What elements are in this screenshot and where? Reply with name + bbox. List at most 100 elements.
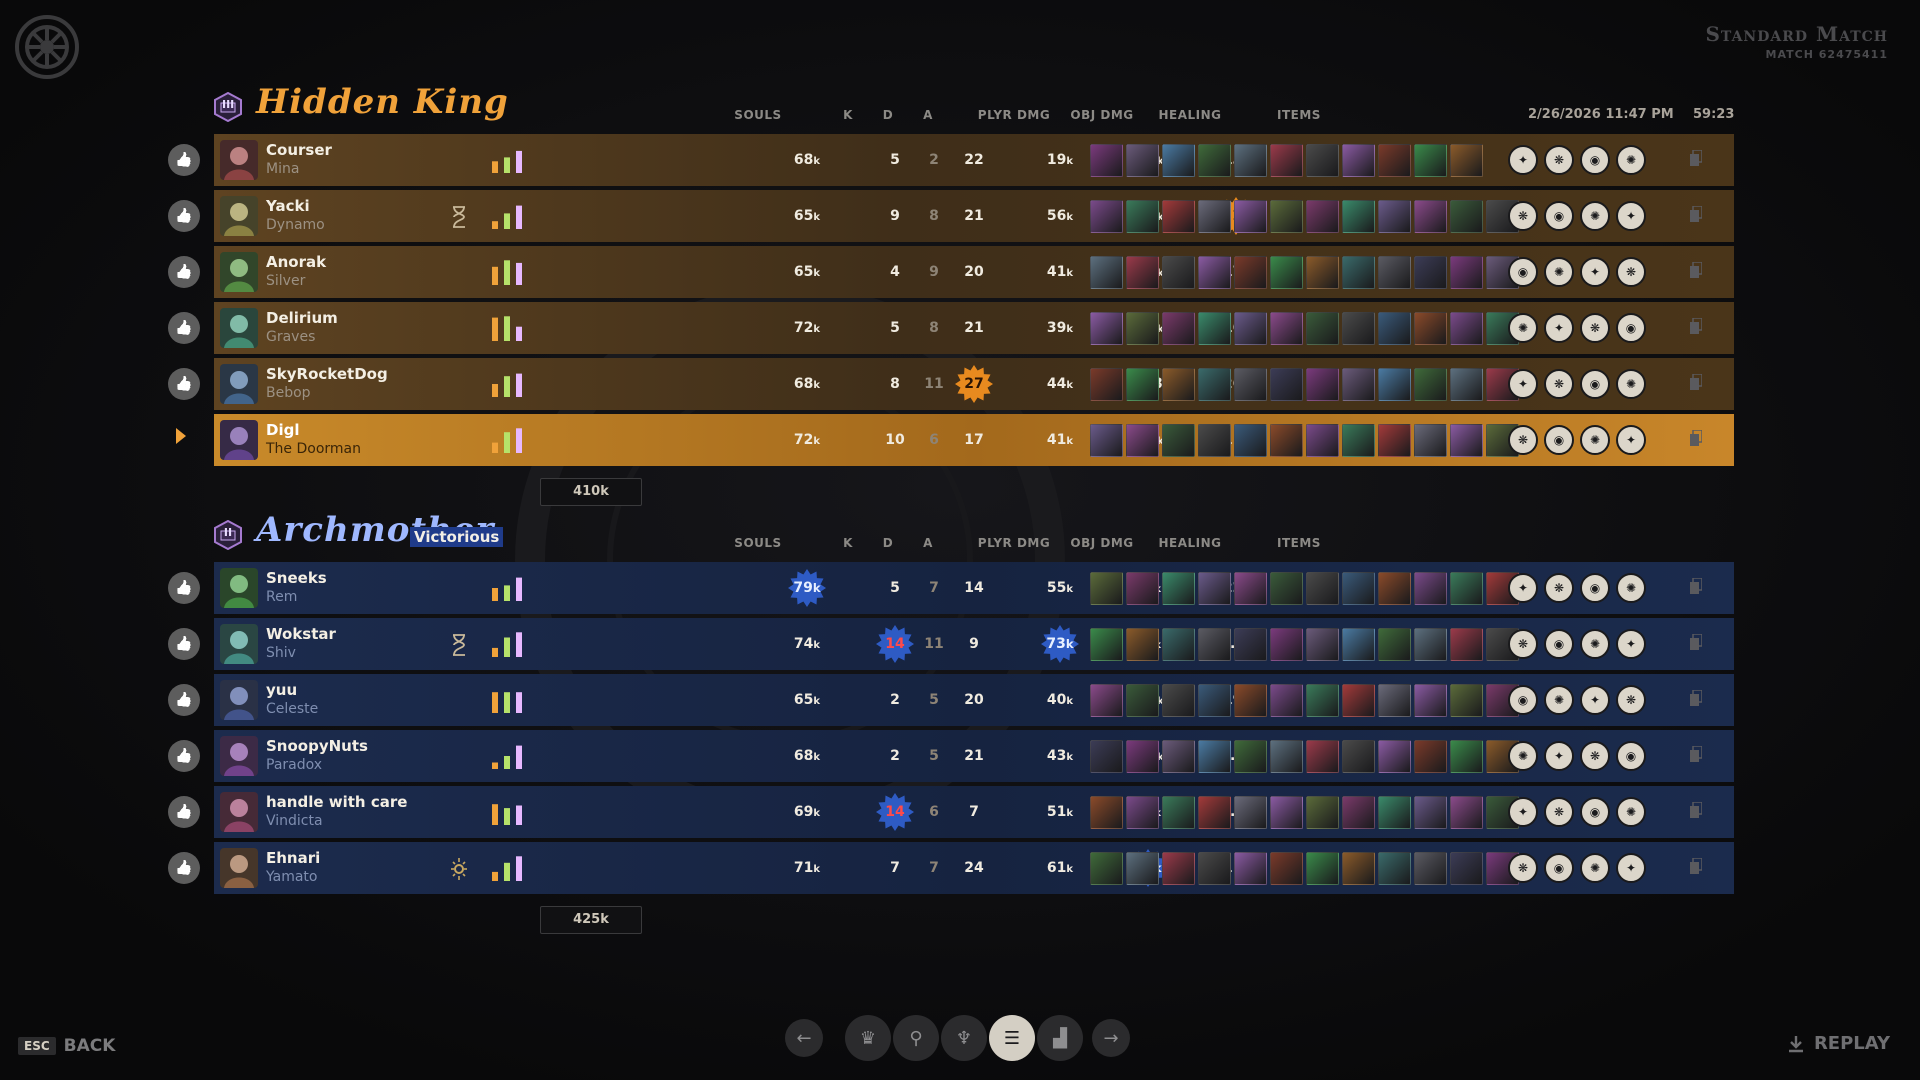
copy-build-icon[interactable] [1690, 578, 1702, 594]
item-slot-icon[interactable] [1270, 200, 1303, 233]
ability-icon[interactable]: ◉ [1580, 797, 1610, 827]
ability-icon[interactable]: ◉ [1580, 369, 1610, 399]
ability-icon[interactable]: ◉ [1580, 573, 1610, 603]
item-slot-icon[interactable] [1342, 740, 1375, 773]
player-row[interactable]: 👍yuuCeleste65k252040k8.6k19k◉✺✦❋ [168, 674, 1734, 726]
ability-icon[interactable]: ✺ [1580, 425, 1610, 455]
ability-icon[interactable]: ✦ [1544, 313, 1574, 343]
item-slot-icon[interactable] [1450, 200, 1483, 233]
item-slot-icon[interactable] [1450, 368, 1483, 401]
ability-icon[interactable]: ✦ [1580, 685, 1610, 715]
thumbs-up-icon[interactable]: 👍 [168, 144, 200, 176]
item-slot-icon[interactable] [1414, 424, 1447, 457]
ability-icon[interactable]: ❋ [1508, 629, 1538, 659]
item-slot-icon[interactable] [1198, 796, 1231, 829]
ability-icon[interactable]: ✦ [1508, 369, 1538, 399]
thumbs-up-icon[interactable]: 👍 [168, 572, 200, 604]
item-slot-icon[interactable] [1450, 572, 1483, 605]
item-slot-icon[interactable] [1270, 852, 1303, 885]
item-slot-icon[interactable] [1306, 200, 1339, 233]
player-row[interactable]: 👍EhnariYamato71k772461k19k11k❋◉✺✦ [168, 842, 1734, 894]
ability-icon[interactable]: ✺ [1580, 201, 1610, 231]
copy-build-icon[interactable] [1690, 430, 1702, 446]
item-slot-icon[interactable] [1126, 852, 1159, 885]
item-slot-icon[interactable] [1342, 312, 1375, 345]
item-slot-icon[interactable] [1090, 796, 1123, 829]
item-slot-icon[interactable] [1198, 740, 1231, 773]
item-slot-icon[interactable] [1162, 144, 1195, 177]
item-slot-icon[interactable] [1342, 852, 1375, 885]
item-slot-icon[interactable] [1090, 852, 1123, 885]
item-slot-icon[interactable] [1342, 144, 1375, 177]
item-slot-icon[interactable] [1414, 144, 1447, 177]
item-slot-icon[interactable] [1414, 312, 1447, 345]
player-row[interactable]: 👍SnoopyNutsParadox68k252143k2.4k4.8k✺✦❋◉ [168, 730, 1734, 782]
item-slot-icon[interactable] [1126, 740, 1159, 773]
item-slot-icon[interactable] [1342, 200, 1375, 233]
ability-icon[interactable]: ✦ [1616, 629, 1646, 659]
ability-icon[interactable]: ◉ [1616, 313, 1646, 343]
item-slot-icon[interactable] [1342, 572, 1375, 605]
item-slot-icon[interactable] [1306, 796, 1339, 829]
item-slot-icon[interactable] [1270, 368, 1303, 401]
back-button[interactable]: ESC BACK [18, 1036, 115, 1056]
item-slot-icon[interactable] [1126, 628, 1159, 661]
player-row[interactable]: 👍SkyRocketDogBebop68k8112744k11826k✦❋◉✺ [168, 358, 1734, 410]
ability-icon[interactable]: ❋ [1544, 145, 1574, 175]
item-slot-icon[interactable] [1450, 312, 1483, 345]
item-slot-icon[interactable] [1126, 572, 1159, 605]
item-slot-icon[interactable] [1090, 424, 1123, 457]
ability-icon[interactable]: ✦ [1580, 257, 1610, 287]
item-slot-icon[interactable] [1126, 256, 1159, 289]
item-slot-icon[interactable] [1198, 200, 1231, 233]
item-slot-icon[interactable] [1378, 144, 1411, 177]
item-slot-icon[interactable] [1162, 684, 1195, 717]
player-row[interactable]: 👍SneeksRem79k571455k12k22k✦❋◉✺ [168, 562, 1734, 614]
player-row[interactable]: DiglThe Doorman72k1061741k1.5k11k❋◉✺✦ [176, 414, 1734, 466]
ability-icon[interactable]: ◉ [1508, 257, 1538, 287]
item-slot-icon[interactable] [1414, 572, 1447, 605]
item-slot-icon[interactable] [1234, 312, 1267, 345]
item-slot-icon[interactable] [1162, 740, 1195, 773]
thumbs-up-icon[interactable]: 👍 [168, 796, 200, 828]
thumbs-up-icon[interactable]: 👍 [168, 852, 200, 884]
item-slot-icon[interactable] [1090, 256, 1123, 289]
ability-icon[interactable]: ✦ [1508, 797, 1538, 827]
item-slot-icon[interactable] [1378, 852, 1411, 885]
item-slot-icon[interactable] [1162, 424, 1195, 457]
item-slot-icon[interactable] [1126, 144, 1159, 177]
item-slot-icon[interactable] [1306, 628, 1339, 661]
item-slot-icon[interactable] [1198, 852, 1231, 885]
item-slot-icon[interactable] [1270, 424, 1303, 457]
item-slot-icon[interactable] [1198, 684, 1231, 717]
item-slot-icon[interactable] [1162, 256, 1195, 289]
item-slot-icon[interactable] [1270, 796, 1303, 829]
item-slot-icon[interactable] [1090, 740, 1123, 773]
item-slot-icon[interactable] [1378, 424, 1411, 457]
item-slot-icon[interactable] [1090, 200, 1123, 233]
item-slot-icon[interactable] [1162, 572, 1195, 605]
thumbs-up-icon[interactable]: 👍 [168, 684, 200, 716]
ability-icon[interactable]: ✺ [1580, 629, 1610, 659]
arrow-left-icon[interactable]: ← [785, 1019, 823, 1057]
item-slot-icon[interactable] [1450, 796, 1483, 829]
item-slot-icon[interactable] [1090, 572, 1123, 605]
pin-icon[interactable]: ⚲ [893, 1015, 939, 1061]
item-slot-icon[interactable] [1306, 572, 1339, 605]
ability-icon[interactable]: ✦ [1616, 425, 1646, 455]
item-slot-icon[interactable] [1162, 312, 1195, 345]
item-slot-icon[interactable] [1450, 852, 1483, 885]
ability-icon[interactable]: ❋ [1508, 853, 1538, 883]
item-slot-icon[interactable] [1450, 256, 1483, 289]
item-slot-icon[interactable] [1306, 368, 1339, 401]
item-slot-icon[interactable] [1234, 424, 1267, 457]
player-row[interactable]: 👍AnorakSilver65k492041k5.3k17k◉✺✦❋ [168, 246, 1734, 298]
item-slot-icon[interactable] [1234, 740, 1267, 773]
item-slot-icon[interactable] [1378, 256, 1411, 289]
item-slot-icon[interactable] [1378, 796, 1411, 829]
item-slot-icon[interactable] [1198, 572, 1231, 605]
ability-icon[interactable]: ◉ [1544, 425, 1574, 455]
item-slot-icon[interactable] [1270, 740, 1303, 773]
ability-icon[interactable]: ❋ [1508, 425, 1538, 455]
ability-icon[interactable]: ✺ [1544, 685, 1574, 715]
